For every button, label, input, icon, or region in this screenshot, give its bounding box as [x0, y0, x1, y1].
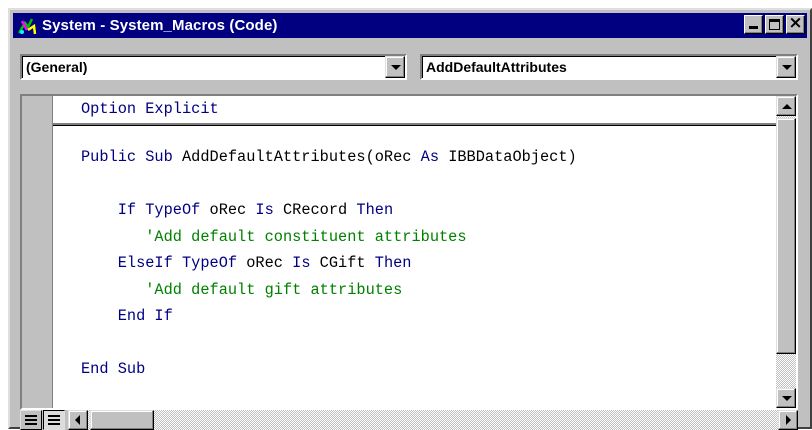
title-buttons: ×: [744, 13, 805, 34]
scroll-down-button[interactable]: [776, 388, 796, 408]
full-module-view-button[interactable]: [43, 410, 65, 430]
code-line[interactable]: 'Add default constituent attributes: [81, 227, 467, 246]
code-text: oRec: [237, 254, 293, 272]
procedure-combo[interactable]: AddDefaultAttributes: [420, 54, 798, 80]
minimize-button[interactable]: [744, 15, 763, 34]
scroll-left-button[interactable]: [68, 410, 88, 430]
code-keyword: ElseIf TypeOf: [81, 254, 238, 272]
code-text: AddDefaultAttributes(oRec: [172, 148, 421, 166]
close-icon: ×: [788, 13, 803, 33]
window-title: System - System_Macros (Code): [42, 17, 278, 34]
horizontal-scrollbar[interactable]: [68, 410, 798, 430]
code-editor[interactable]: Option Explicit Public Sub AddDefaultAttr…: [20, 94, 798, 410]
code-line[interactable]: End Sub: [81, 360, 145, 378]
object-combo[interactable]: (General): [20, 54, 407, 80]
code-keyword: End If: [81, 307, 173, 325]
code-keyword: Is: [292, 254, 311, 272]
vb-code-icon: [17, 17, 37, 34]
code-keyword: Then: [374, 254, 412, 272]
vertical-scrollbar[interactable]: [776, 96, 796, 408]
code-text: IBBDataObject): [439, 148, 577, 166]
scroll-up-button[interactable]: [776, 96, 796, 116]
chevron-down-icon: [391, 65, 401, 70]
procedure-separator: [53, 123, 776, 126]
code-line[interactable]: 'Add default gift attributes: [81, 281, 402, 299]
vertical-scroll-thumb[interactable]: [776, 118, 796, 354]
procedure-combo-dropdown-button[interactable]: [776, 56, 796, 78]
maximize-icon: [769, 19, 780, 30]
procedure-combo-value: AddDefaultAttributes: [426, 59, 567, 75]
close-button[interactable]: ×: [786, 13, 805, 34]
arrow-down-icon: [782, 396, 792, 401]
code-keyword: End Sub: [81, 360, 146, 378]
code-keyword: Then: [356, 201, 394, 219]
code-keyword: Option Explicit: [81, 100, 219, 118]
arrow-left-icon: [75, 415, 80, 425]
code-keyword: Public Sub: [81, 148, 173, 166]
scroll-right-button[interactable]: [778, 410, 798, 430]
margin-indicator-bar[interactable]: [22, 96, 53, 408]
code-line[interactable]: Public Sub AddDefaultAttributes(oRec As …: [81, 148, 577, 166]
code-keyword: Is: [255, 201, 274, 219]
horizontal-scroll-thumb[interactable]: [90, 410, 154, 430]
code-text: CRecord: [273, 201, 357, 219]
chevron-down-icon: [782, 65, 792, 70]
code-text: CGift: [310, 254, 375, 272]
code-line[interactable]: If TypeOf oRec Is CRecord Then: [81, 201, 393, 219]
code-line[interactable]: Option Explicit: [81, 100, 219, 118]
object-combo-value: (General): [26, 59, 88, 75]
minimize-icon: [749, 26, 758, 29]
code-keyword: As: [420, 148, 440, 166]
procedure-view-button[interactable]: [20, 410, 42, 430]
code-text: oRec: [200, 201, 256, 219]
bottom-bar: [20, 410, 798, 430]
procedure-view-icon: [25, 415, 37, 425]
code-line[interactable]: ElseIf TypeOf oRec Is CGift Then: [81, 254, 412, 272]
code-comment: 'Add default constituent attributes: [81, 227, 467, 246]
code-keyword: If TypeOf: [81, 201, 201, 219]
code-comment: 'Add default gift attributes: [81, 280, 403, 299]
title-bar[interactable]: System - System_Macros (Code) ×: [13, 13, 807, 38]
code-line[interactable]: End If: [81, 307, 173, 325]
code-window: System - System_Macros (Code) × (General…: [8, 8, 812, 430]
object-combo-dropdown-button[interactable]: [385, 56, 405, 78]
maximize-button[interactable]: [765, 15, 784, 34]
arrow-right-icon: [786, 415, 791, 425]
full-module-view-icon: [48, 415, 60, 425]
code-area[interactable]: Option Explicit Public Sub AddDefaultAttr…: [53, 96, 776, 408]
arrow-up-icon: [782, 104, 792, 109]
